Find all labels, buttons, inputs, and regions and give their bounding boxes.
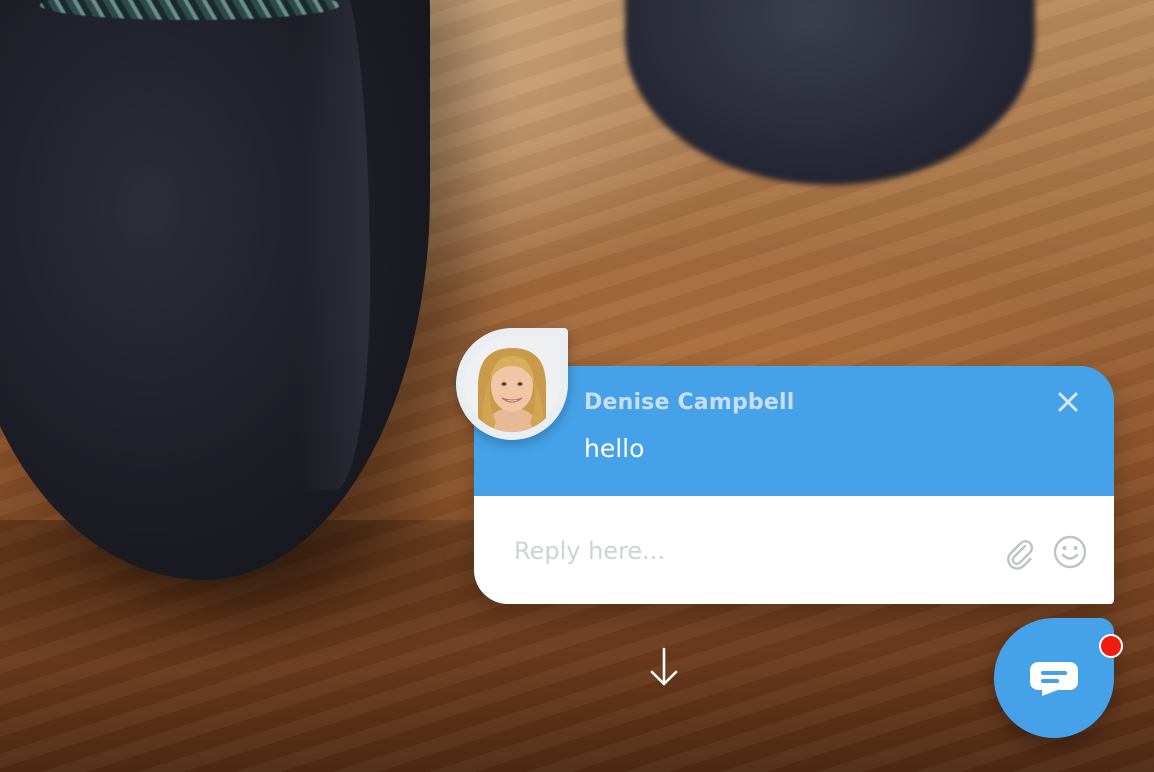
emoji-button[interactable] (1050, 532, 1090, 572)
notification-badge (1099, 634, 1123, 658)
chat-launcher-button[interactable] (994, 618, 1114, 738)
message-header: Denise Campbell hello (474, 366, 1114, 496)
close-icon (1058, 392, 1078, 412)
pot-highlight (300, 0, 370, 490)
paperclip-icon (1007, 540, 1034, 570)
message-text: hello (584, 434, 645, 463)
avatar-photo (464, 336, 560, 432)
sender-avatar (456, 328, 568, 440)
arrow-down-icon (650, 647, 678, 686)
chat-message-card[interactable]: Denise Campbell hello (474, 366, 1114, 604)
reply-input[interactable] (512, 530, 976, 572)
chat-bubble-icon (1030, 662, 1078, 696)
smiley-icon (1053, 535, 1087, 569)
sender-name: Denise Campbell (584, 390, 795, 415)
close-button[interactable] (1052, 386, 1084, 418)
attach-file-button[interactable] (1000, 534, 1040, 574)
reply-area (474, 496, 1114, 604)
person-portrait (464, 336, 560, 432)
scroll-down-button[interactable] (644, 644, 684, 690)
